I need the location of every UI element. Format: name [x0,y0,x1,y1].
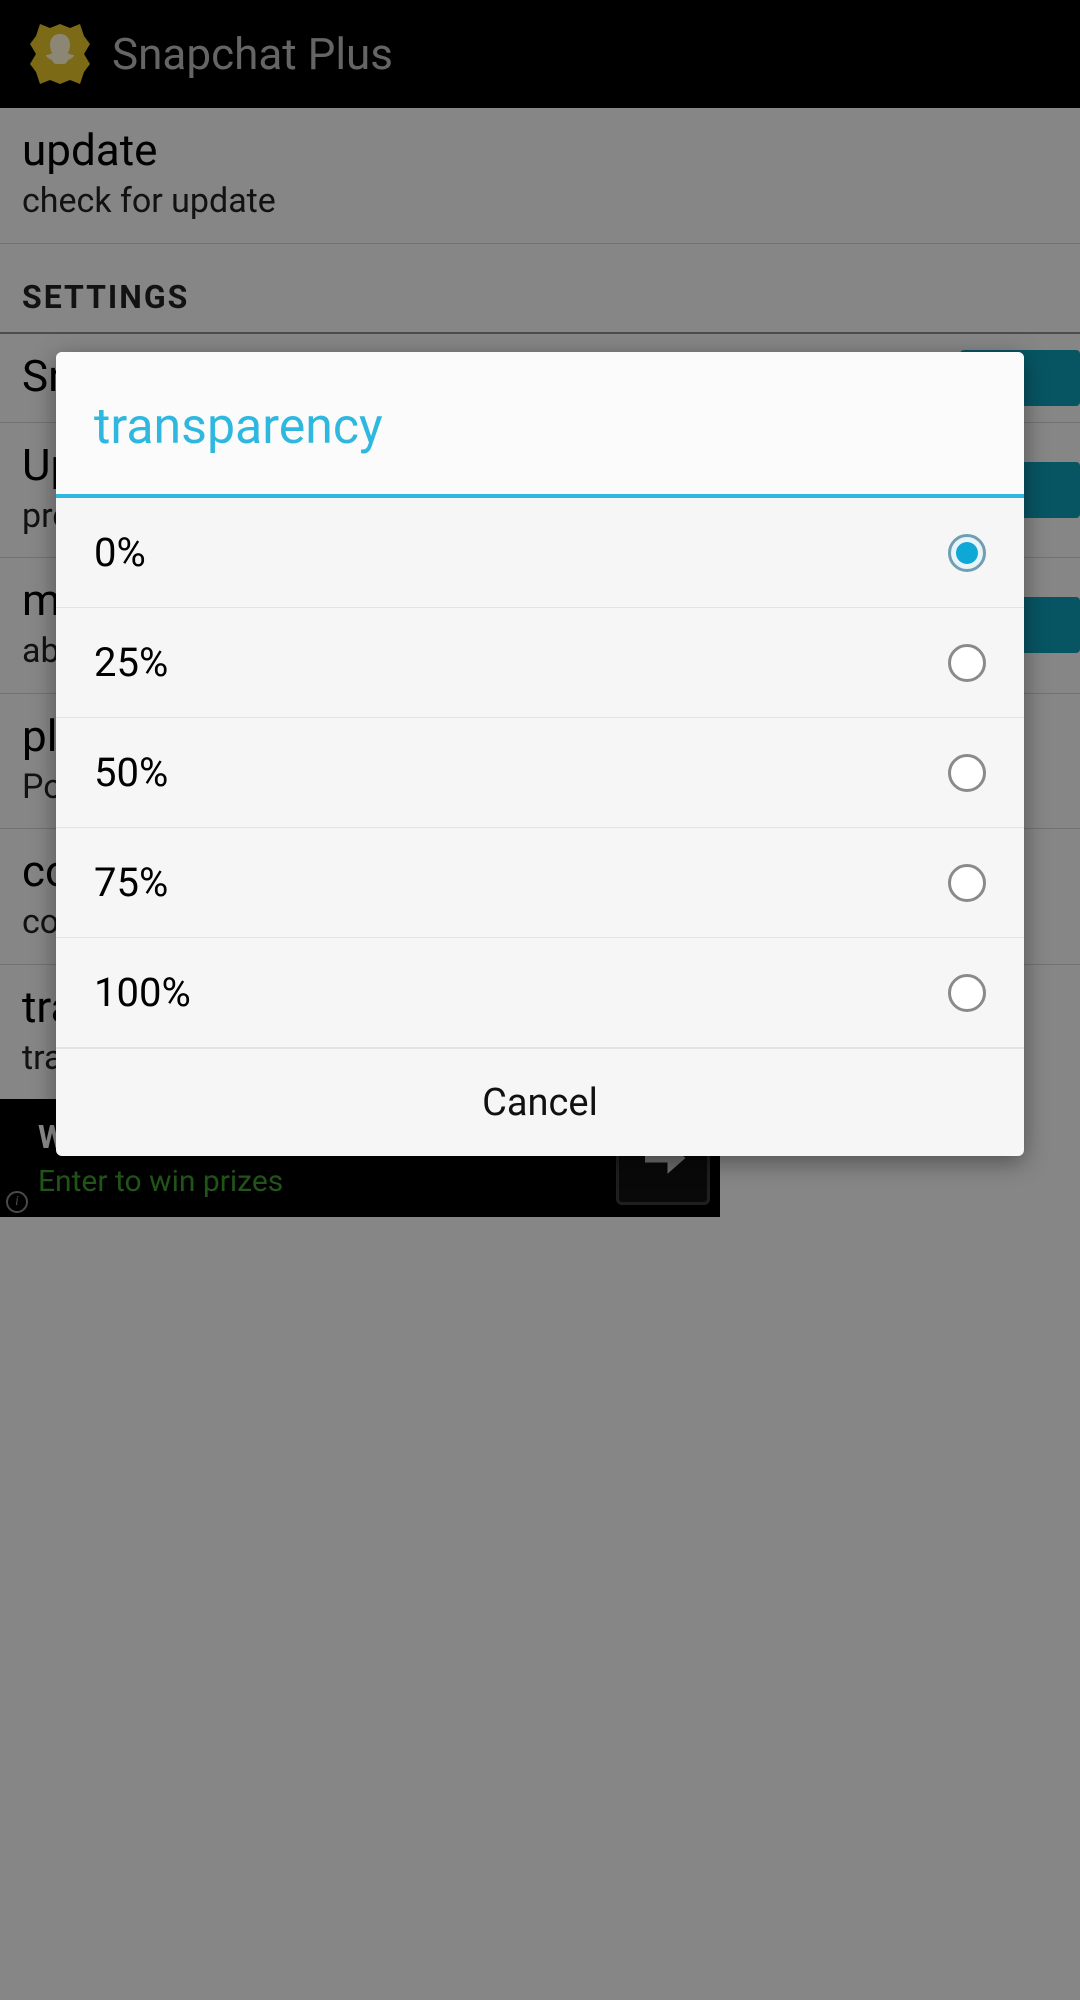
transparency-dialog: transparency 0% 25% 50% 75% 100% Cancel [56,352,1024,1156]
option-label: 0% [94,529,146,576]
radio-button[interactable] [948,754,986,792]
option-label: 100% [94,969,191,1016]
dialog-title: transparency [56,352,1024,498]
radio-button[interactable] [948,974,986,1012]
option-100[interactable]: 100% [56,938,1024,1048]
option-25[interactable]: 25% [56,608,1024,718]
option-label: 50% [94,749,168,796]
option-0[interactable]: 0% [56,498,1024,608]
option-label: 75% [94,859,168,906]
option-75[interactable]: 75% [56,828,1024,938]
radio-button[interactable] [948,864,986,902]
option-label: 25% [94,639,168,686]
radio-button[interactable] [948,534,986,572]
cancel-button[interactable]: Cancel [56,1048,1024,1156]
option-50[interactable]: 50% [56,718,1024,828]
radio-button[interactable] [948,644,986,682]
